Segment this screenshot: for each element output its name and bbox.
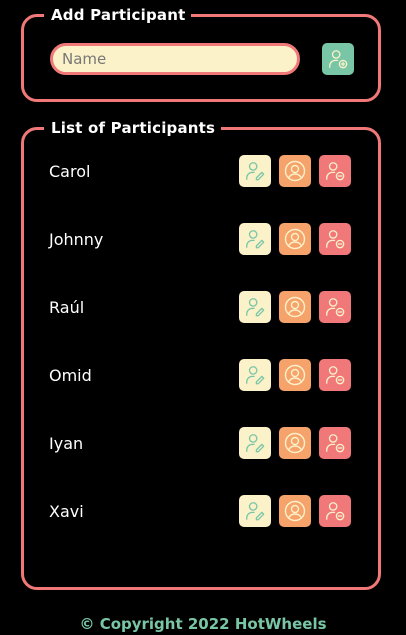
add-participant-heading: Add Participant	[44, 6, 192, 24]
view-participant-button[interactable]	[279, 155, 311, 187]
user-remove-icon	[326, 366, 345, 385]
participant-name: Johnny	[49, 230, 104, 249]
remove-participant-button[interactable]	[319, 155, 351, 187]
edit-participant-button[interactable]	[239, 495, 271, 527]
user-edit-icon	[246, 162, 265, 181]
view-participant-button[interactable]	[279, 427, 311, 459]
participant-name: Omid	[49, 366, 92, 385]
participant-row: Xavi	[24, 495, 378, 529]
user-edit-icon	[246, 298, 265, 317]
user-edit-icon	[246, 502, 265, 521]
user-circle-icon	[284, 364, 306, 386]
participant-row: Johnny	[24, 223, 378, 257]
remove-participant-button[interactable]	[319, 291, 351, 323]
participant-row: Omid	[24, 359, 378, 393]
add-participant-section: Add Participant	[21, 6, 381, 102]
user-circle-icon	[284, 228, 306, 250]
remove-participant-button[interactable]	[319, 427, 351, 459]
view-participant-button[interactable]	[279, 291, 311, 323]
edit-participant-button[interactable]	[239, 155, 271, 187]
user-remove-icon	[326, 434, 345, 453]
user-edit-icon	[246, 230, 265, 249]
edit-participant-button[interactable]	[239, 359, 271, 391]
participant-row: Carol	[24, 155, 378, 189]
name-input[interactable]	[50, 43, 300, 75]
remove-participant-button[interactable]	[319, 495, 351, 527]
view-participant-button[interactable]	[279, 223, 311, 255]
edit-participant-button[interactable]	[239, 427, 271, 459]
user-circle-icon	[284, 500, 306, 522]
user-edit-icon	[246, 366, 265, 385]
user-add-icon	[329, 50, 348, 69]
participant-name: Xavi	[49, 502, 84, 521]
participants-heading: List of Participants	[44, 119, 222, 137]
participants-section: List of Participants Carol Johnny Raúl O…	[21, 119, 381, 590]
remove-participant-button[interactable]	[319, 223, 351, 255]
user-circle-icon	[284, 296, 306, 318]
user-remove-icon	[326, 162, 345, 181]
page: Add Participant List of Participants Car…	[0, 0, 406, 635]
participant-row: Iyan	[24, 427, 378, 461]
add-participant-button[interactable]	[322, 43, 354, 75]
footer-copyright: © Copyright 2022 HotWheels	[79, 615, 327, 633]
user-remove-icon	[326, 230, 345, 249]
user-circle-icon	[284, 160, 306, 182]
participant-name: Iyan	[49, 434, 84, 453]
user-edit-icon	[246, 434, 265, 453]
participant-row: Raúl	[24, 291, 378, 325]
remove-participant-button[interactable]	[319, 359, 351, 391]
view-participant-button[interactable]	[279, 495, 311, 527]
participant-name: Raúl	[49, 298, 85, 317]
user-circle-icon	[284, 432, 306, 454]
participant-name: Carol	[49, 162, 91, 181]
user-remove-icon	[326, 298, 345, 317]
user-remove-icon	[326, 502, 345, 521]
view-participant-button[interactable]	[279, 359, 311, 391]
edit-participant-button[interactable]	[239, 223, 271, 255]
edit-participant-button[interactable]	[239, 291, 271, 323]
